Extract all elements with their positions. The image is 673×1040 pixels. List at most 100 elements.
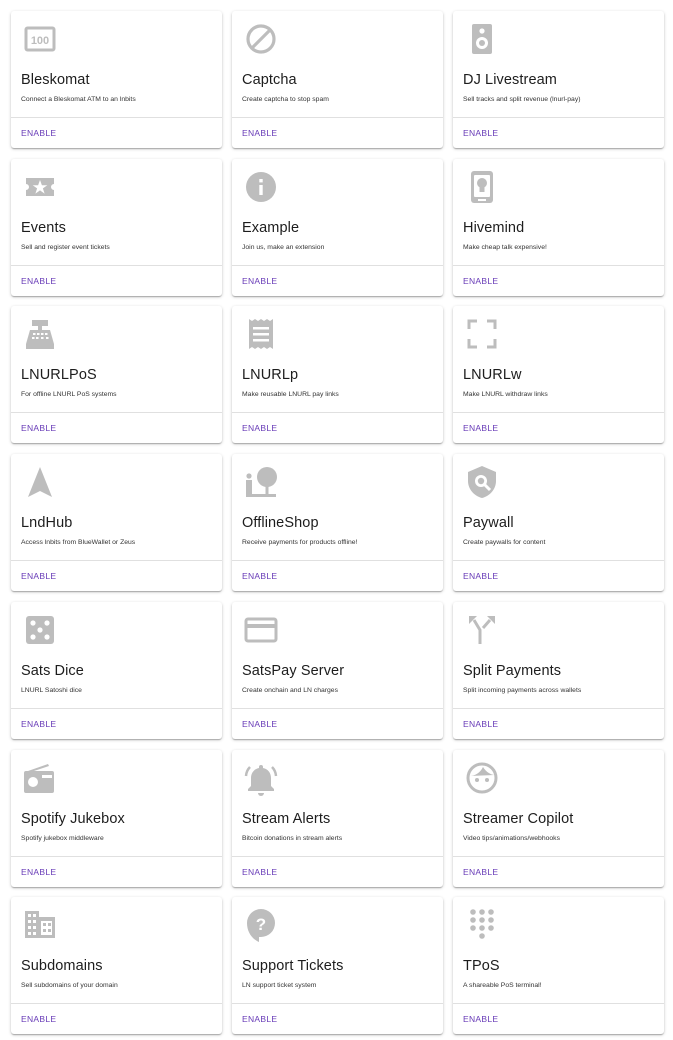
- extension-title: OfflineShop: [242, 515, 319, 531]
- contact-support-icon: ?: [243, 907, 279, 943]
- extension-title: Hivemind: [463, 220, 525, 236]
- card-divider: [232, 708, 443, 709]
- card-divider: [11, 856, 222, 857]
- extension-title: Support Tickets: [242, 958, 344, 974]
- extension-description: Receive payments for products offline!: [242, 539, 358, 546]
- enable-button[interactable]: ENABLE: [242, 1014, 277, 1024]
- navigation-icon: [22, 464, 58, 500]
- extension-title: Stream Alerts: [242, 811, 331, 827]
- enable-button[interactable]: ENABLE: [21, 571, 56, 581]
- svg-text:?: ?: [256, 915, 266, 934]
- extension-title: Split Payments: [463, 663, 562, 679]
- enable-button[interactable]: ENABLE: [463, 719, 498, 729]
- atm-icon: 100: [22, 21, 58, 57]
- extension-card: Sats Dice LNURL Satoshi dice ENABLE: [11, 602, 222, 739]
- extension-card: OfflineShop Receive payments for products…: [232, 454, 443, 591]
- enable-button[interactable]: ENABLE: [21, 276, 56, 286]
- extension-description: Create captcha to stop spam: [242, 96, 329, 103]
- card-divider: [11, 708, 222, 709]
- extension-title: Captcha: [242, 72, 297, 88]
- extension-description: Video tips/animations/webhooks: [463, 835, 560, 842]
- domain-icon: [22, 907, 58, 943]
- extension-description: Join us, make an extension: [242, 244, 325, 251]
- card-divider: [232, 265, 443, 266]
- enable-button[interactable]: ENABLE: [463, 867, 498, 877]
- receipt-icon: [243, 316, 279, 352]
- extension-card: TPoS A shareable PoS terminal! ENABLE: [453, 897, 664, 1034]
- extension-title: Events: [21, 220, 66, 236]
- extension-description: Make LNURL withdraw links: [463, 391, 548, 398]
- extension-title: Streamer Copilot: [463, 811, 574, 827]
- extension-description: Create onchain and LN charges: [242, 687, 338, 694]
- extension-description: LN support ticket system: [242, 982, 317, 989]
- card-divider: [453, 412, 664, 413]
- extensions-grid: 100 Bleskomat Connect a Bleskomat ATM to a…: [0, 0, 673, 1040]
- extension-card: DJ Livestream Sell tracks and split reven…: [453, 11, 664, 148]
- extension-card: Captcha Create captcha to stop spam ENABLE: [232, 11, 443, 148]
- extension-card: SatsPay Server Create onchain and LN char…: [232, 602, 443, 739]
- extension-title: LNURLw: [463, 367, 522, 383]
- info-icon: [243, 169, 279, 205]
- extension-card: Subdomains Sell subdomains of your domain…: [11, 897, 222, 1034]
- face-icon: [464, 760, 500, 796]
- extension-description: Spotify jukebox middleware: [21, 835, 104, 842]
- extension-title: SatsPay Server: [242, 663, 345, 679]
- enable-button[interactable]: ENABLE: [21, 867, 56, 877]
- enable-button[interactable]: ENABLE: [463, 571, 498, 581]
- extension-card: Example Join us, make an extension ENABLE: [232, 159, 443, 296]
- extension-title: LNURLPoS: [21, 367, 97, 383]
- extension-card: 100 Bleskomat Connect a Bleskomat ATM to a…: [11, 11, 222, 148]
- enable-button[interactable]: ENABLE: [242, 571, 277, 581]
- extension-title: Sats Dice: [21, 663, 84, 679]
- radio-icon: [22, 760, 58, 796]
- card-divider: [232, 1003, 443, 1004]
- credit-card-icon: [243, 612, 279, 648]
- enable-button[interactable]: ENABLE: [242, 867, 277, 877]
- enable-button[interactable]: ENABLE: [463, 1014, 498, 1024]
- extension-description: Make cheap talk expensive!: [463, 244, 547, 251]
- extension-title: DJ Livestream: [463, 72, 557, 88]
- extension-card: Hivemind Make cheap talk expensive! ENABLE: [453, 159, 664, 296]
- extension-description: Sell tracks and split revenue (lnurl-pay…: [463, 96, 581, 103]
- card-divider: [453, 708, 664, 709]
- extension-title: Subdomains: [21, 958, 103, 974]
- enable-button[interactable]: ENABLE: [21, 719, 56, 729]
- extension-description: LNURL Satoshi dice: [21, 687, 82, 694]
- enable-button[interactable]: ENABLE: [242, 423, 277, 433]
- extension-title: Spotify Jukebox: [21, 811, 125, 827]
- enable-button[interactable]: ENABLE: [463, 276, 498, 286]
- card-divider: [453, 560, 664, 561]
- enable-button[interactable]: ENABLE: [463, 128, 498, 138]
- notifications-active-icon: [243, 760, 279, 796]
- card-divider: [453, 265, 664, 266]
- card-divider: [232, 117, 443, 118]
- card-divider: [11, 412, 222, 413]
- enable-button[interactable]: ENABLE: [242, 276, 277, 286]
- extension-title: Example: [242, 220, 300, 236]
- ticket-icon: [22, 169, 58, 205]
- enable-button[interactable]: ENABLE: [463, 423, 498, 433]
- extension-description: Split incoming payments across wallets: [463, 687, 582, 694]
- extension-description: Make reusable LNURL pay links: [242, 391, 339, 398]
- extension-description: Access lnbits from BlueWallet or Zeus: [21, 539, 136, 546]
- extension-title: Paywall: [463, 515, 514, 531]
- enable-button[interactable]: ENABLE: [242, 719, 277, 729]
- enable-button[interactable]: ENABLE: [21, 1014, 56, 1024]
- enable-button[interactable]: ENABLE: [21, 128, 56, 138]
- card-divider: [232, 412, 443, 413]
- card-divider: [453, 1003, 664, 1004]
- card-divider: [11, 560, 222, 561]
- extension-card: LNURLp Make reusable LNURL pay links ENABL…: [232, 306, 443, 443]
- enable-button[interactable]: ENABLE: [21, 423, 56, 433]
- extension-description: Sell subdomains of your domain: [21, 982, 118, 989]
- extension-card: Split Payments Split incoming payments ac…: [453, 602, 664, 739]
- extension-card: Paywall Create paywalls for content ENABLE: [453, 454, 664, 591]
- enable-button[interactable]: ENABLE: [242, 128, 277, 138]
- extension-card: Streamer Copilot Video tips/animations/we…: [453, 750, 664, 887]
- card-divider: [453, 117, 664, 118]
- speaker-icon: [464, 21, 500, 57]
- policy-icon: [464, 464, 500, 500]
- card-divider: [11, 117, 222, 118]
- nature-people-icon: [243, 464, 279, 500]
- cash-register-icon: [22, 316, 58, 352]
